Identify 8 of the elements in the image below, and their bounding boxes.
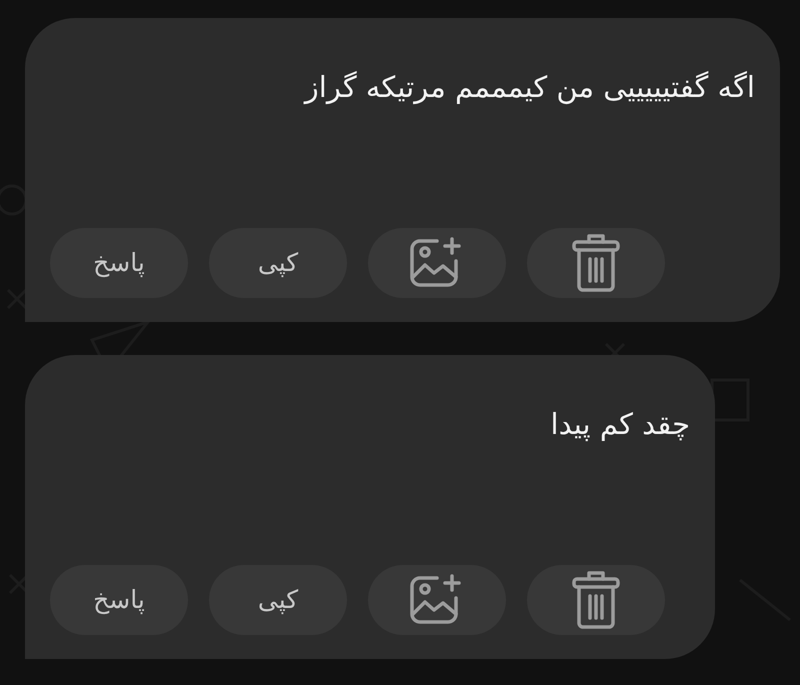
reply-button[interactable]: پاسخ: [50, 228, 188, 298]
reply-button[interactable]: پاسخ: [50, 565, 188, 635]
message-text: اگه گفتیییییی من کیمممم مرتیکه گراز: [302, 69, 755, 106]
message-text: چقد کم پیدا: [550, 406, 690, 444]
trash-icon: [571, 232, 621, 294]
copy-button[interactable]: کپی: [209, 228, 347, 298]
copy-button[interactable]: کپی: [209, 565, 347, 635]
trash-icon: [571, 569, 621, 631]
